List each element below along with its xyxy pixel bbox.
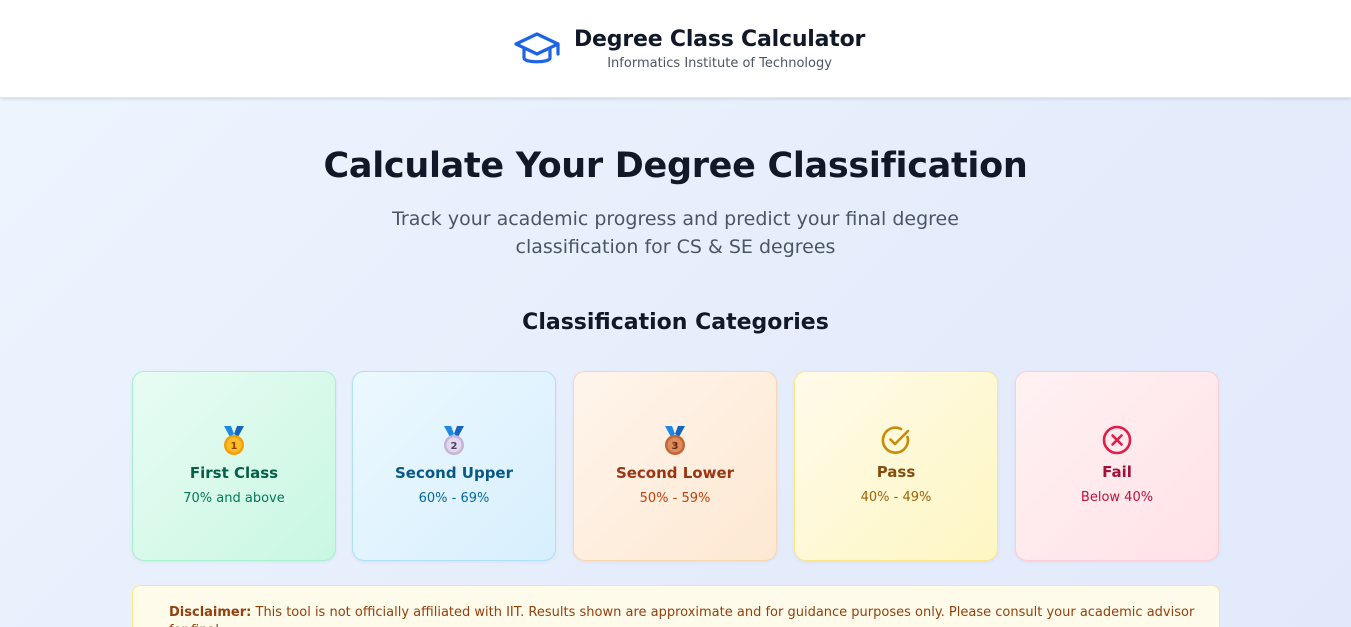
app-title: Degree Class Calculator (574, 27, 866, 52)
svg-text:2: 2 (451, 441, 458, 452)
page-subtitle: Track your academic progress and predict… (392, 208, 959, 258)
category-range: Below 40% (1080, 490, 1154, 505)
category-name: Pass (876, 463, 916, 481)
disclaimer-text: This tool is not officially affiliated w… (169, 605, 1195, 627)
category-card-second-lower: 3 Second Lower 50% - 59% (573, 371, 777, 561)
graduation-cap-icon (514, 31, 560, 63)
category-range: 40% - 49% (860, 490, 932, 505)
categories-grid: 1 First Class 70% and above 2 Second Upp… (132, 371, 1220, 561)
bronze-medal-icon: 3 (665, 425, 685, 455)
page-title: Calculate Your Degree Classification (323, 146, 1028, 186)
category-name: Second Upper (394, 463, 514, 482)
category-name: Second Lower (615, 463, 735, 482)
categories-title: Classification Categories (522, 310, 829, 335)
category-range: 60% - 69% (418, 490, 490, 506)
category-range: 50% - 59% (639, 490, 711, 506)
gold-medal-icon: 1 (224, 425, 244, 455)
category-card-second-upper: 2 Second Upper 60% - 69% (352, 371, 556, 561)
top-header: Degree Class Calculator Informatics Inst… (0, 0, 1351, 98)
category-card-first-class: 1 First Class 70% and above (132, 371, 336, 561)
disclaimer-label: Disclaimer: (169, 605, 252, 620)
category-name: First Class (189, 463, 279, 482)
svg-text:3: 3 (672, 441, 679, 452)
disclaimer-box: Disclaimer: This tool is not officially … (132, 585, 1220, 627)
category-card-pass: Pass 40% - 49% (794, 371, 998, 561)
x-circle-icon (1102, 425, 1132, 455)
category-name: Fail (1102, 463, 1132, 481)
svg-text:1: 1 (231, 441, 238, 452)
brand[interactable]: Degree Class Calculator Informatics Inst… (514, 26, 865, 73)
app-subtitle: Informatics Institute of Technology (607, 56, 832, 71)
category-range: 70% and above (183, 490, 285, 506)
category-card-fail: Fail Below 40% (1015, 371, 1219, 561)
silver-medal-icon: 2 (444, 425, 464, 455)
check-circle-icon (881, 426, 910, 454)
